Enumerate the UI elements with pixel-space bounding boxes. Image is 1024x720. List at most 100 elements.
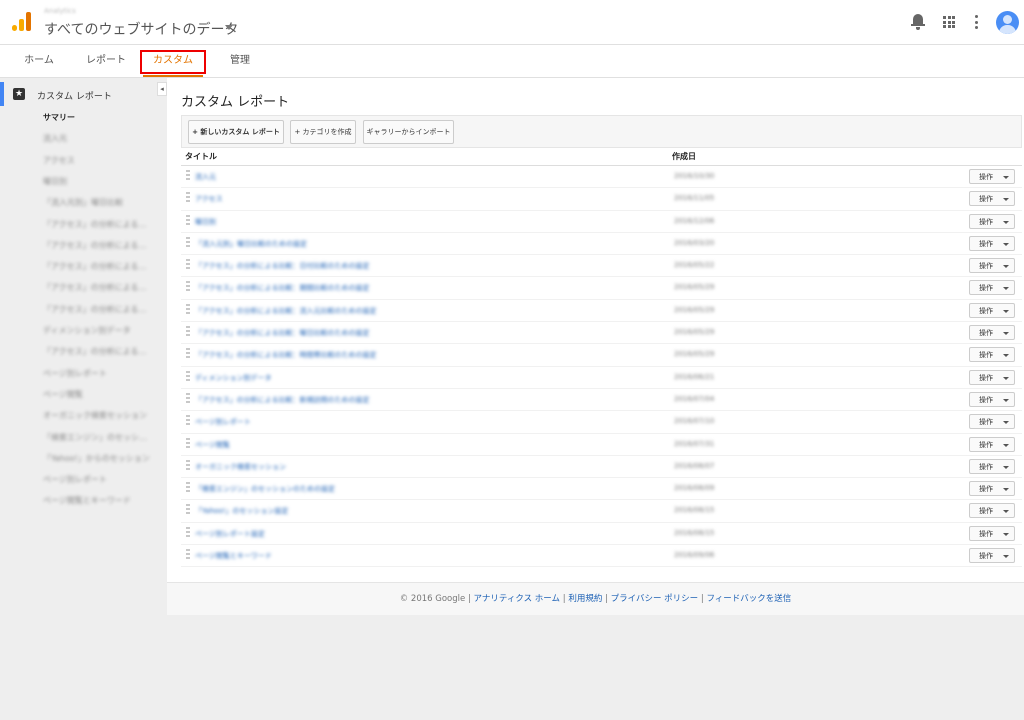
drag-handle-icon[interactable] (186, 214, 190, 227)
drag-handle-icon[interactable] (186, 504, 190, 517)
actions-dropdown-button[interactable]: 操作 (969, 503, 1015, 519)
sidebar-report-item[interactable]: オーガニック検索セッション (43, 410, 147, 421)
sidebar-report-item[interactable]: 流入元 (43, 133, 67, 144)
actions-dropdown-button[interactable]: 操作 (969, 258, 1015, 274)
report-title-link[interactable]: 「アクセス」の分析による比較：流入元比較のための設定 (195, 306, 376, 316)
report-title-link[interactable]: アクセス (195, 194, 223, 204)
bell-icon[interactable] (911, 13, 925, 31)
actions-dropdown-button[interactable]: 操作 (969, 525, 1015, 541)
sidebar-report-item[interactable]: 「アクセス」の分析による… (43, 240, 146, 251)
drag-handle-icon[interactable] (186, 348, 190, 361)
report-title-link[interactable]: 「検索エンジン」のセッションのための設定 (195, 484, 335, 494)
actions-dropdown-button[interactable]: 操作 (969, 325, 1015, 341)
actions-dropdown-button[interactable]: 操作 (969, 548, 1015, 564)
sidebar-report-item[interactable]: アクセス (43, 155, 75, 166)
report-title-link[interactable]: 曜日別 (195, 217, 216, 227)
sidebar-report-item[interactable]: 「アクセス」の分析による… (43, 219, 146, 230)
sidebar-report-item[interactable]: 「流入元別」曜日比較 (43, 197, 123, 208)
actions-dropdown-button[interactable]: 操作 (969, 414, 1015, 430)
report-title-link[interactable]: ページ別レポート設定 (195, 529, 265, 539)
more-vert-icon[interactable] (975, 15, 979, 29)
collapse-icon[interactable]: ◂ (157, 82, 167, 96)
sidebar-report-item[interactable]: 「アクセス」の分析による… (43, 261, 146, 272)
sidebar-report-item[interactable]: ページ閲覧 (43, 389, 83, 400)
drag-handle-icon[interactable] (186, 415, 190, 428)
report-title-link[interactable]: 「アクセス」の分析による比較：期間比較のための設定 (195, 283, 369, 293)
actions-dropdown-button[interactable]: 操作 (969, 347, 1015, 363)
report-title-link[interactable]: 「アクセス」の分析による比較：時間帯比較のための設定 (195, 350, 376, 360)
footer-link-analytics-home[interactable]: アナリティクス ホーム (474, 594, 561, 604)
drag-handle-icon[interactable] (186, 259, 190, 272)
report-title-link[interactable]: 「流入元別」曜日比較のための設定 (195, 239, 307, 249)
table-row: オーガニック検索セッション 2016/08/07 操作 (181, 456, 1022, 479)
sidebar-report-item[interactable]: ページ別レポート (43, 474, 107, 485)
avatar[interactable] (996, 11, 1019, 34)
caret-down-icon (1003, 176, 1009, 179)
report-title-link[interactable]: ページ別レポート (195, 417, 251, 427)
column-created[interactable]: 作成日 (672, 151, 696, 162)
actions-dropdown-button[interactable]: 操作 (969, 280, 1015, 296)
drag-handle-icon[interactable] (186, 549, 190, 562)
sidebar-report-item[interactable]: ディメンション別データ (43, 325, 130, 336)
sidebar-report-item[interactable]: 曜日別 (43, 176, 67, 187)
tab-reports[interactable]: レポート (78, 45, 134, 77)
report-title-link[interactable]: ページ閲覧 (195, 440, 230, 450)
actions-dropdown-button[interactable]: 操作 (969, 191, 1015, 207)
new-custom-report-button[interactable]: + 新しいカスタム レポート (188, 120, 284, 144)
drag-handle-icon[interactable] (186, 236, 190, 249)
drag-handle-icon[interactable] (186, 170, 190, 182)
apps-grid-icon[interactable] (943, 16, 955, 28)
report-title-link[interactable]: 「アクセス」の分析による比較：新規訪問のための設定 (195, 395, 369, 405)
drag-handle-icon[interactable] (186, 370, 190, 383)
drag-handle-icon[interactable] (186, 192, 190, 205)
import-from-gallery-button[interactable]: ギャラリーからインポート (363, 120, 454, 144)
report-title-link[interactable]: 「アクセス」の分析による比較：曜日比較のための設定 (195, 328, 369, 338)
report-title-link[interactable]: 「Yahoo!」のセッション設定 (195, 506, 288, 516)
drag-handle-icon[interactable] (186, 392, 190, 405)
sidebar-report-item[interactable]: ページ別レポート (43, 368, 107, 379)
drag-handle-icon[interactable] (186, 281, 190, 294)
sidebar-report-item[interactable]: 「Yahoo!」からのセッション (43, 453, 150, 464)
sidebar-report-item[interactable]: 「アクセス」の分析による… (43, 304, 146, 315)
chevron-down-icon[interactable] (225, 25, 233, 30)
tab-custom[interactable]: カスタム (143, 45, 203, 77)
sidebar-item-custom-reports[interactable]: ★ カスタム レポート (0, 82, 160, 106)
footer-link-terms[interactable]: 利用規約 (568, 594, 602, 604)
tab-home[interactable]: ホーム (14, 45, 64, 77)
sidebar-report-item[interactable]: サマリー (43, 112, 75, 123)
actions-dropdown-button[interactable]: 操作 (969, 235, 1015, 251)
actions-dropdown-button[interactable]: 操作 (969, 481, 1015, 497)
drag-handle-icon[interactable] (186, 437, 190, 450)
actions-dropdown-button[interactable]: 操作 (969, 169, 1015, 184)
actions-label: 操作 (979, 329, 993, 338)
report-title-link[interactable]: ページ閲覧とキーワード (195, 551, 272, 561)
actions-dropdown-button[interactable]: 操作 (969, 391, 1015, 407)
property-selector[interactable]: すべてのウェブサイトのデータ (44, 19, 238, 39)
report-title-link[interactable]: 流入元 (195, 172, 216, 182)
caret-down-icon (1003, 332, 1009, 336)
report-title-link[interactable]: 「アクセス」の分析による比較：日付比較のための設定 (195, 261, 369, 271)
drag-handle-icon[interactable] (186, 526, 190, 539)
footer-link-privacy[interactable]: プライバシー ポリシー (611, 594, 699, 604)
actions-dropdown-button[interactable]: 操作 (969, 302, 1015, 318)
actions-dropdown-button[interactable]: 操作 (969, 436, 1015, 452)
drag-handle-icon[interactable] (186, 482, 190, 495)
sidebar-report-item[interactable]: ページ閲覧とキーワード (43, 495, 131, 506)
drag-handle-icon[interactable] (186, 326, 190, 339)
drag-handle-icon[interactable] (186, 459, 190, 472)
create-category-button[interactable]: + カテゴリを作成 (290, 120, 356, 144)
analytics-logo-icon[interactable] (12, 11, 32, 31)
report-title-link[interactable]: オーガニック検索セッション (195, 462, 286, 472)
column-title[interactable]: タイトル (185, 151, 217, 162)
actions-dropdown-button[interactable]: 操作 (969, 213, 1015, 229)
actions-dropdown-button[interactable]: 操作 (969, 369, 1015, 385)
sidebar-report-item[interactable]: 「検索エンジン」のセッシ… (43, 432, 147, 443)
footer-link-feedback[interactable]: フィードバックを送信 (706, 594, 791, 604)
tab-admin[interactable]: 管理 (216, 45, 264, 77)
sidebar-report-item[interactable]: 「アクセス」の分析による… (43, 346, 146, 357)
sidebar-report-item[interactable]: 「アクセス」の分析による… (43, 282, 146, 293)
account-breadcrumb[interactable]: Analytics (44, 7, 76, 15)
report-title-link[interactable]: ディメンション別データ (195, 373, 272, 383)
actions-dropdown-button[interactable]: 操作 (969, 458, 1015, 474)
drag-handle-icon[interactable] (186, 303, 190, 316)
